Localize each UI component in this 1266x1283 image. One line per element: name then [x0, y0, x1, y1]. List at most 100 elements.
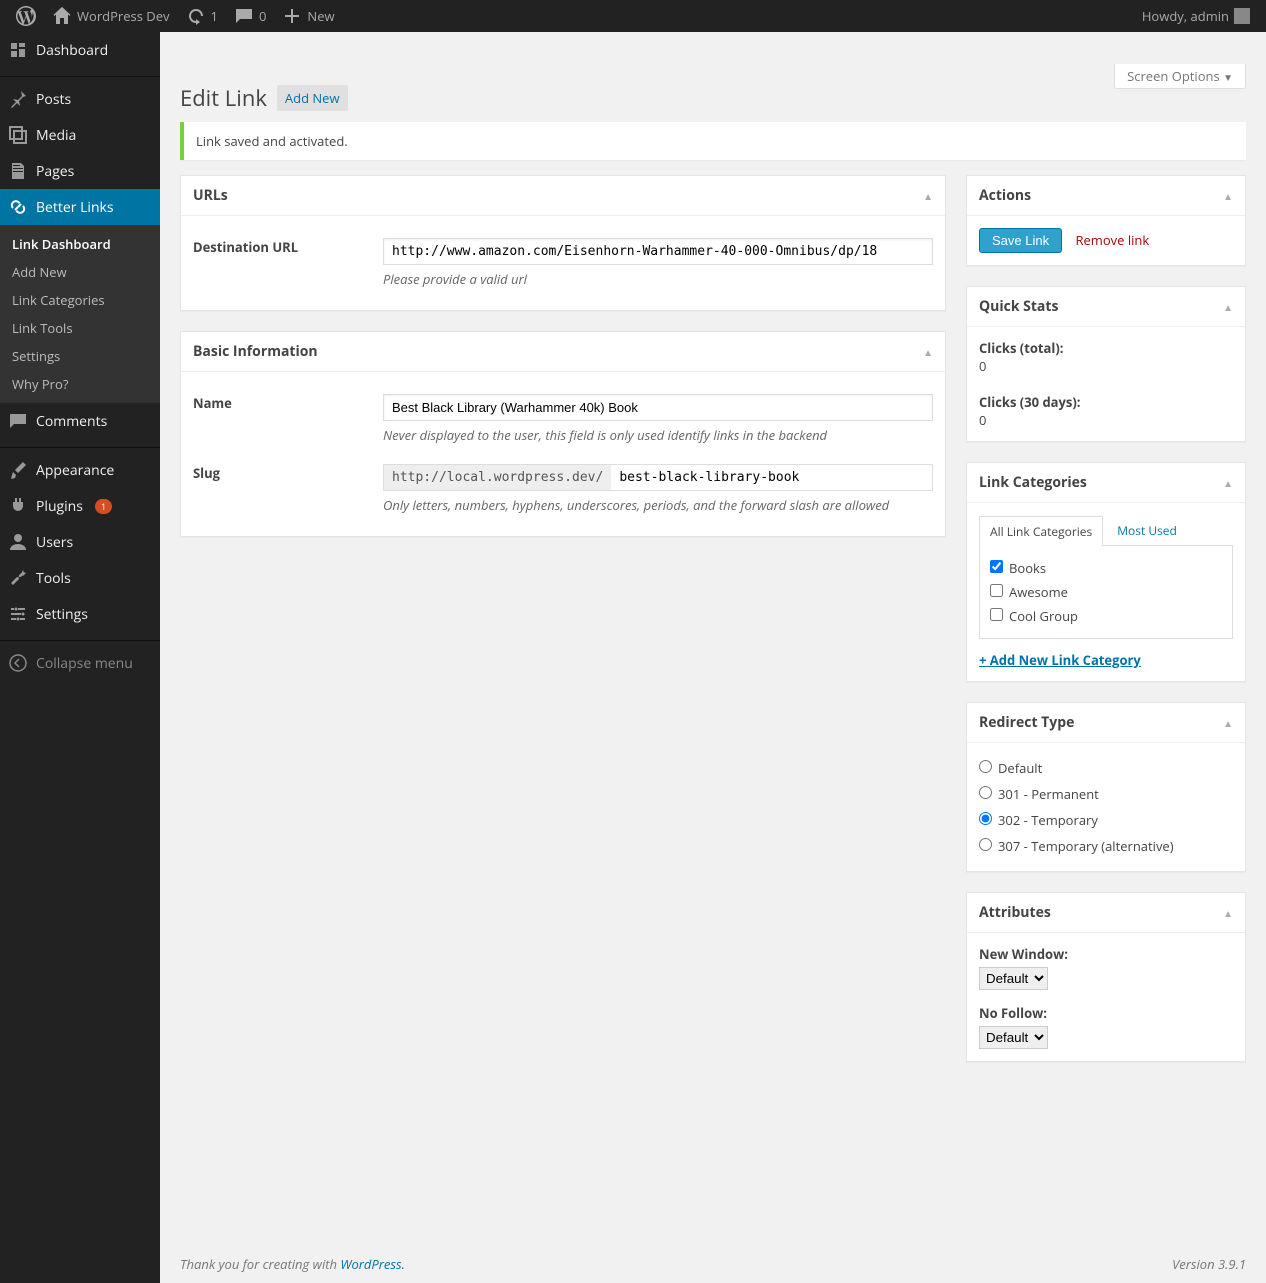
screen-options-toggle[interactable]: Screen Options ▼ — [1114, 64, 1246, 89]
radio-307[interactable] — [979, 838, 992, 851]
name-input[interactable] — [383, 394, 933, 421]
footer-wp-link[interactable]: WordPress. — [340, 1255, 405, 1273]
redirect-option[interactable]: Default — [979, 755, 1233, 781]
basic-info-box: Basic Information▲ Name Never displayed … — [180, 331, 946, 537]
redirect-option[interactable]: 307 - Temporary (alternative) — [979, 833, 1233, 859]
screen-options-text: Screen Options — [1127, 67, 1220, 85]
attributes-heading[interactable]: Attributes▲ — [967, 893, 1245, 933]
menu-label: Plugins — [36, 497, 83, 516]
category-checkbox-books[interactable] — [990, 560, 1003, 573]
comments-link[interactable]: 0 — [226, 0, 274, 32]
new-content-link[interactable]: New — [274, 0, 342, 32]
menu-comments[interactable]: Comments — [0, 403, 160, 439]
menu-plugins[interactable]: Plugins 1 — [0, 488, 160, 524]
redirect-type-heading[interactable]: Redirect Type▲ — [967, 703, 1245, 743]
category-checkbox-awesome[interactable] — [990, 584, 1003, 597]
submenu-add-new[interactable]: Add New — [0, 258, 160, 286]
wp-logo[interactable] — [8, 0, 44, 32]
new-window-label: New Window: — [979, 945, 1233, 963]
home-icon — [52, 6, 72, 26]
plugins-badge: 1 — [95, 499, 112, 514]
redirect-option[interactable]: 301 - Permanent — [979, 781, 1233, 807]
quick-stats-heading[interactable]: Quick Stats▲ — [967, 287, 1245, 327]
page-title: Edit Link — [180, 83, 267, 113]
menu-dashboard[interactable]: Dashboard — [0, 32, 160, 68]
wrench-icon — [8, 568, 28, 588]
menu-posts[interactable]: Posts — [0, 81, 160, 117]
menu-label: Posts — [36, 90, 71, 109]
new-window-select[interactable]: Default — [979, 967, 1048, 990]
menu-label: Better Links — [36, 198, 114, 217]
page-icon — [8, 161, 28, 181]
menu-label: Pages — [36, 162, 74, 181]
wordpress-icon — [16, 6, 36, 26]
no-follow-select[interactable]: Default — [979, 1026, 1048, 1049]
category-item[interactable]: Cool Group — [990, 604, 1222, 628]
updates-count: 1 — [211, 7, 218, 25]
destination-url-input[interactable] — [383, 238, 933, 265]
site-name-link[interactable]: WordPress Dev — [44, 0, 178, 32]
basic-info-heading[interactable]: Basic Information▲ — [181, 332, 945, 372]
slug-input[interactable] — [611, 465, 932, 490]
brush-icon — [8, 460, 28, 480]
toggle-icon: ▲ — [923, 345, 933, 359]
tab-most-used[interactable]: Most Used — [1107, 516, 1187, 546]
name-label: Name — [193, 394, 383, 444]
footer-version: Version 3.9.1 — [1172, 1255, 1246, 1273]
urls-box: URLs▲ Destination URL Please provide a v… — [180, 175, 946, 311]
collapse-menu[interactable]: Collapse menu — [0, 645, 160, 681]
collapse-icon — [8, 653, 28, 673]
submenu-link-dashboard[interactable]: Link Dashboard — [0, 230, 160, 258]
category-checkbox-cool-group[interactable] — [990, 608, 1003, 621]
menu-media[interactable]: Media — [0, 117, 160, 153]
destination-url-desc: Please provide a valid url — [383, 270, 933, 288]
submenu-why-pro[interactable]: Why Pro? — [0, 370, 160, 398]
urls-heading[interactable]: URLs▲ — [181, 176, 945, 216]
redirect-option[interactable]: 302 - Temporary — [979, 807, 1233, 833]
admin-toolbar: WordPress Dev 1 0 New Howdy, admin — [0, 0, 1266, 32]
menu-label: Appearance — [36, 461, 114, 480]
submenu-better-links: Link Dashboard Add New Link Categories L… — [0, 225, 160, 403]
submenu-link-categories[interactable]: Link Categories — [0, 286, 160, 314]
clicks-30days-value: 0 — [979, 411, 1233, 429]
menu-label: Tools — [36, 569, 71, 588]
my-account-link[interactable]: Howdy, admin — [1134, 0, 1258, 32]
updates-link[interactable]: 1 — [178, 0, 226, 32]
menu-label: Settings — [36, 605, 88, 624]
toggle-icon: ▲ — [1223, 716, 1233, 730]
add-new-category-link[interactable]: + Add New Link Category — [979, 651, 1141, 669]
avatar-icon — [1234, 8, 1250, 24]
slug-prefix: http://local.wordpress.dev/ — [384, 465, 611, 490]
tab-all-categories[interactable]: All Link Categories — [979, 516, 1103, 546]
toggle-icon: ▲ — [1223, 906, 1233, 920]
add-new-button[interactable]: Add New — [277, 85, 348, 111]
category-item[interactable]: Books — [990, 556, 1222, 580]
save-link-button[interactable]: Save Link — [979, 228, 1062, 253]
comment-icon — [8, 411, 28, 431]
radio-default[interactable] — [979, 760, 992, 773]
footer: Thank you for creating with WordPress. V… — [160, 1245, 1266, 1283]
menu-settings[interactable]: Settings — [0, 596, 160, 632]
submenu-link-tools[interactable]: Link Tools — [0, 314, 160, 342]
menu-tools[interactable]: Tools — [0, 560, 160, 596]
dashboard-icon — [8, 40, 28, 60]
link-categories-heading[interactable]: Link Categories▲ — [967, 463, 1245, 503]
clicks-30days-label: Clicks (30 days): — [979, 393, 1081, 411]
radio-301[interactable] — [979, 786, 992, 799]
radio-302[interactable] — [979, 812, 992, 825]
menu-label: Collapse menu — [36, 654, 133, 673]
admin-sidebar: Dashboard Posts Media Pages Better Links… — [0, 32, 160, 1283]
menu-users[interactable]: Users — [0, 524, 160, 560]
plug-icon — [8, 496, 28, 516]
actions-heading[interactable]: Actions▲ — [967, 176, 1245, 216]
media-icon — [8, 125, 28, 145]
category-item[interactable]: Awesome — [990, 580, 1222, 604]
menu-label: Comments — [36, 412, 107, 431]
submenu-settings[interactable]: Settings — [0, 342, 160, 370]
menu-appearance[interactable]: Appearance — [0, 452, 160, 488]
menu-pages[interactable]: Pages — [0, 153, 160, 189]
remove-link[interactable]: Remove link — [1075, 231, 1149, 249]
user-icon — [8, 532, 28, 552]
footer-thank: Thank you for creating with — [180, 1255, 340, 1273]
menu-better-links[interactable]: Better Links — [0, 189, 160, 225]
